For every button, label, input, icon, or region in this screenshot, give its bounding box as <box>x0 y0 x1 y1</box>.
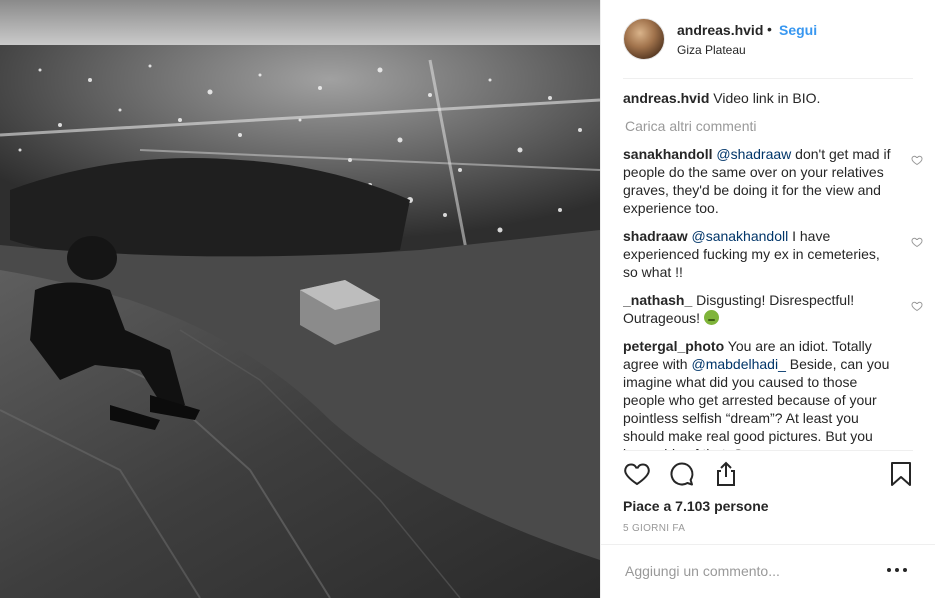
likes-count[interactable]: Piace a 7.103 persone <box>623 498 769 514</box>
save-bookmark-icon[interactable] <box>887 460 915 488</box>
post-header: andreas.hvid • Segui Giza Plateau <box>601 0 935 78</box>
comments-list[interactable]: andreas.hvid Video link in BIO. Carica a… <box>623 89 923 450</box>
comment-item: _nathash_ Disgusting! Disrespectful! Out… <box>623 291 923 327</box>
photo-illustration <box>0 0 600 598</box>
post-timestamp[interactable]: 5 GIORNI FA <box>623 523 685 534</box>
caption-text: Video link in BIO. <box>713 90 821 106</box>
post-username[interactable]: andreas.hvid <box>677 22 763 38</box>
post-caption: andreas.hvid Video link in BIO. <box>623 89 923 107</box>
like-comment-heart-icon[interactable] <box>911 154 923 166</box>
post-actions <box>623 460 915 490</box>
more-options-icon[interactable] <box>885 560 909 580</box>
post-photo[interactable] <box>0 0 600 598</box>
comment-mention[interactable]: @sanakhandoll <box>691 228 788 244</box>
comment-mention[interactable]: @mabdelhadi_ <box>691 356 785 372</box>
avatar[interactable] <box>623 18 665 60</box>
post-location[interactable]: Giza Plateau <box>677 43 746 57</box>
like-comment-heart-icon[interactable] <box>911 236 923 248</box>
post-sidebar: andreas.hvid • Segui Giza Plateau andrea… <box>600 0 935 598</box>
comment-mention[interactable]: @shadraaw <box>716 146 791 162</box>
add-comment-input[interactable]: Aggiungi un commento... <box>625 563 780 579</box>
like-comment-heart-icon[interactable] <box>911 300 923 312</box>
comment-item: sanakhandoll @shadraaw don't get mad if … <box>623 145 923 217</box>
nauseated-face-emoji-icon <box>703 310 719 325</box>
header-divider <box>623 78 913 79</box>
comment-username[interactable]: _nathash_ <box>623 292 692 308</box>
caption-username[interactable]: andreas.hvid <box>623 90 709 106</box>
follow-button[interactable]: Segui <box>779 22 817 38</box>
comment-username[interactable]: shadraaw <box>623 228 688 244</box>
comment-item: shadraaw @sanakhandoll I have experience… <box>623 227 923 281</box>
comment-bubble-icon[interactable] <box>668 460 696 488</box>
comment-username[interactable]: sanakhandoll <box>623 146 712 162</box>
comment-username[interactable]: petergal_photo <box>623 338 724 354</box>
load-more-comments-button[interactable]: Carica altri commenti <box>623 117 923 135</box>
share-icon[interactable] <box>712 460 740 488</box>
comment-item: petergal_photo You are an idiot. Totally… <box>623 337 923 450</box>
actions-divider <box>623 450 913 451</box>
add-comment-divider <box>601 544 935 545</box>
like-heart-icon[interactable] <box>623 460 651 488</box>
separator-dot: • <box>767 21 772 37</box>
